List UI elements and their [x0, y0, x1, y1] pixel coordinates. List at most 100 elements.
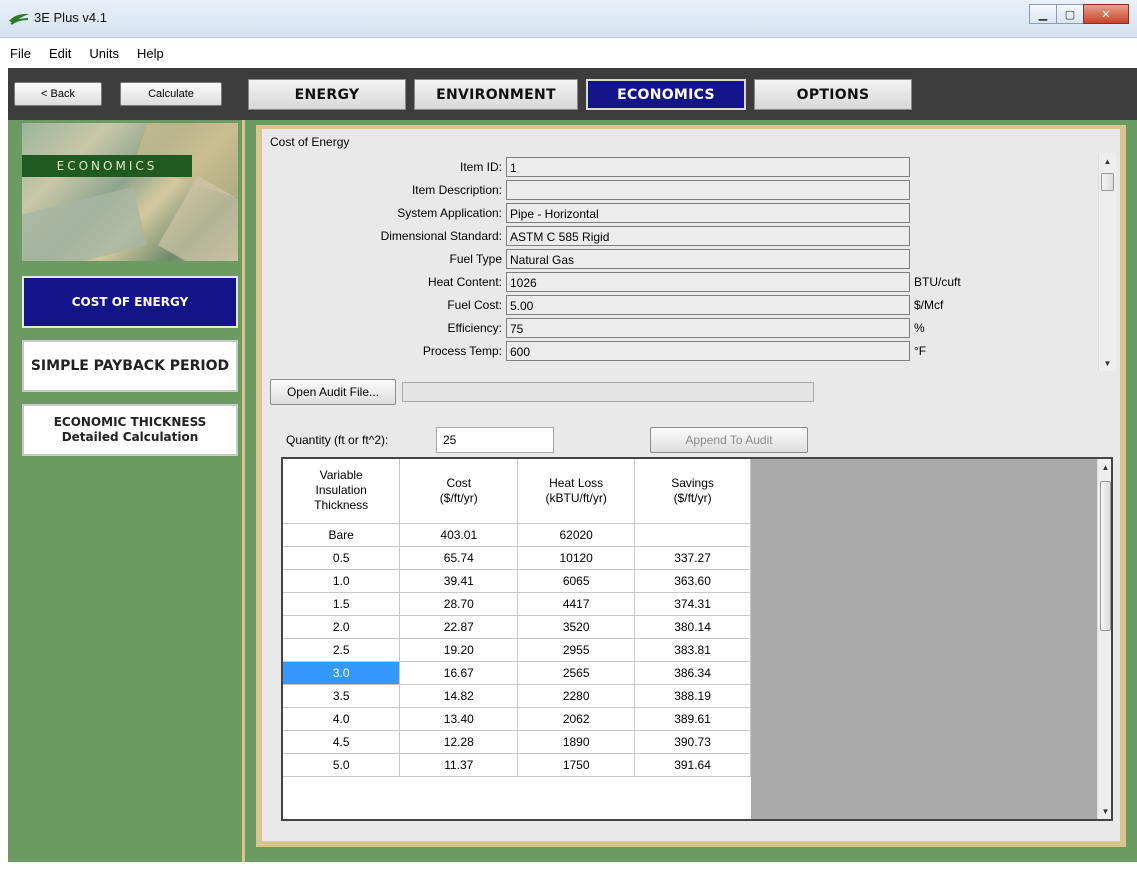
- table-row[interactable]: 0.5 65.74 10120 337.27: [283, 546, 751, 570]
- cell-savings[interactable]: 386.34: [634, 661, 751, 685]
- cell-savings[interactable]: 388.19: [634, 684, 751, 708]
- scrollbar-thumb[interactable]: [1100, 481, 1111, 631]
- cell-cost[interactable]: 19.20: [399, 638, 519, 662]
- table-row[interactable]: 5.0 11.37 1750 391.64: [283, 753, 751, 777]
- quantity-input[interactable]: 25: [436, 427, 554, 453]
- column-header-savings[interactable]: Savings ($/ft/yr): [634, 459, 751, 524]
- cell-savings[interactable]: 337.27: [634, 546, 751, 570]
- fields-scrollbar[interactable]: ▲ ▼: [1098, 153, 1116, 371]
- scroll-down-icon[interactable]: ▼: [1099, 355, 1116, 371]
- cell-cost[interactable]: 65.74: [399, 546, 519, 570]
- field-heat-content: Heat Content: 1026 BTU/cuft: [262, 272, 1098, 293]
- tab-environment[interactable]: ENVIRONMENT: [414, 79, 578, 110]
- column-header-cost[interactable]: Cost ($/ft/yr): [399, 459, 519, 524]
- item-description-field[interactable]: [506, 180, 910, 200]
- process-temp-field[interactable]: 600: [506, 341, 910, 361]
- item-id-field[interactable]: 1: [506, 157, 910, 177]
- cell-thickness[interactable]: 1.5: [283, 592, 401, 616]
- column-header-heat-loss[interactable]: Heat Loss (kBTU/ft/yr): [517, 459, 636, 524]
- table-row[interactable]: 3.0 16.67 2565 386.34: [283, 661, 751, 685]
- table-row[interactable]: 2.0 22.87 3520 380.14: [283, 615, 751, 639]
- cell-thickness[interactable]: 5.0: [283, 753, 401, 777]
- menu-help[interactable]: Help: [135, 44, 166, 63]
- cell-cost[interactable]: 16.67: [399, 661, 519, 685]
- field-label: System Application:: [397, 206, 502, 220]
- table-row[interactable]: Bare 403.01 62020: [283, 523, 751, 547]
- cell-cost[interactable]: 13.40: [399, 707, 519, 731]
- scroll-down-icon[interactable]: ▼: [1098, 803, 1111, 819]
- cell-cost[interactable]: 12.28: [399, 730, 519, 754]
- efficiency-field[interactable]: 75: [506, 318, 910, 338]
- cell-heat-loss[interactable]: 10120: [517, 546, 636, 570]
- cell-savings[interactable]: 363.60: [634, 569, 751, 593]
- cell-thickness[interactable]: 2.0: [283, 615, 401, 639]
- scrollbar-thumb[interactable]: [1101, 173, 1114, 191]
- cell-savings[interactable]: 390.73: [634, 730, 751, 754]
- cell-thickness[interactable]: 2.5: [283, 638, 401, 662]
- calculate-button[interactable]: Calculate: [120, 82, 222, 106]
- table-row[interactable]: 1.0 39.41 6065 363.60: [283, 569, 751, 593]
- cell-heat-loss[interactable]: 2062: [517, 707, 636, 731]
- cell-thickness[interactable]: 0.5: [283, 546, 401, 570]
- column-header-thickness[interactable]: Variable Insulation Thickness: [283, 459, 401, 524]
- append-to-audit-button[interactable]: Append To Audit: [650, 427, 808, 453]
- cell-heat-loss[interactable]: 1750: [517, 753, 636, 777]
- table-row[interactable]: 4.5 12.28 1890 390.73: [283, 730, 751, 754]
- cell-heat-loss[interactable]: 2955: [517, 638, 636, 662]
- cell-thickness-selected[interactable]: 3.0: [283, 661, 401, 685]
- cell-cost[interactable]: 403.01: [399, 523, 519, 547]
- cell-thickness[interactable]: 4.0: [283, 707, 401, 731]
- cell-heat-loss[interactable]: 62020: [517, 523, 636, 547]
- table-row[interactable]: 2.5 19.20 2955 383.81: [283, 638, 751, 662]
- sidebar-item-economic-thickness[interactable]: ECONOMIC THICKNESS Detailed Calculation: [22, 404, 238, 456]
- system-application-field[interactable]: Pipe - Horizontal: [506, 203, 910, 223]
- back-button[interactable]: < Back: [14, 82, 102, 106]
- cell-cost[interactable]: 39.41: [399, 569, 519, 593]
- tab-options[interactable]: OPTIONS: [754, 79, 912, 110]
- scroll-up-icon[interactable]: ▲: [1098, 459, 1111, 475]
- cell-thickness[interactable]: Bare: [283, 523, 401, 547]
- cell-heat-loss[interactable]: 2565: [517, 661, 636, 685]
- cell-thickness[interactable]: 1.0: [283, 569, 401, 593]
- scroll-up-icon[interactable]: ▲: [1099, 153, 1116, 169]
- sidebar: ECONOMICS COST OF ENERGY SIMPLE PAYBACK …: [8, 120, 245, 862]
- cell-thickness[interactable]: 4.5: [283, 730, 401, 754]
- cell-cost[interactable]: 28.70: [399, 592, 519, 616]
- cell-savings[interactable]: [634, 523, 751, 547]
- sidebar-item-cost-of-energy[interactable]: COST OF ENERGY: [22, 276, 238, 328]
- open-audit-file-button[interactable]: Open Audit File...: [270, 379, 396, 405]
- table-row[interactable]: 1.5 28.70 4417 374.31: [283, 592, 751, 616]
- cell-savings[interactable]: 380.14: [634, 615, 751, 639]
- sidebar-item-simple-payback-period[interactable]: SIMPLE PAYBACK PERIOD: [22, 340, 238, 392]
- fuel-type-field[interactable]: Natural Gas: [506, 249, 910, 269]
- maximize-icon[interactable]: ▢: [1056, 4, 1084, 24]
- cell-savings[interactable]: 391.64: [634, 753, 751, 777]
- cell-cost[interactable]: 22.87: [399, 615, 519, 639]
- menu-units[interactable]: Units: [87, 44, 121, 63]
- tab-energy[interactable]: ENERGY: [248, 79, 406, 110]
- dimensional-standard-field[interactable]: ASTM C 585 Rigid: [506, 226, 910, 246]
- table-row[interactable]: 4.0 13.40 2062 389.61: [283, 707, 751, 731]
- cell-heat-loss[interactable]: 4417: [517, 592, 636, 616]
- cell-heat-loss[interactable]: 6065: [517, 569, 636, 593]
- heat-content-field[interactable]: 1026: [506, 272, 910, 292]
- menu-file[interactable]: File: [8, 44, 33, 63]
- cell-savings[interactable]: 389.61: [634, 707, 751, 731]
- cell-cost[interactable]: 14.82: [399, 684, 519, 708]
- tab-economics[interactable]: ECONOMICS: [586, 79, 746, 110]
- field-fuel-cost: Fuel Cost: 5.00 $/Mcf: [262, 295, 1098, 316]
- cell-thickness[interactable]: 3.5: [283, 684, 401, 708]
- close-icon[interactable]: ✕: [1083, 4, 1129, 24]
- field-fuel-type: Fuel Type Natural Gas: [262, 249, 1098, 270]
- minimize-icon[interactable]: ▁: [1029, 4, 1057, 24]
- fuel-cost-field[interactable]: 5.00: [506, 295, 910, 315]
- table-scrollbar[interactable]: ▲ ▼: [1097, 459, 1111, 819]
- cell-cost[interactable]: 11.37: [399, 753, 519, 777]
- cell-heat-loss[interactable]: 1890: [517, 730, 636, 754]
- cell-heat-loss[interactable]: 2280: [517, 684, 636, 708]
- table-row[interactable]: 3.5 14.82 2280 388.19: [283, 684, 751, 708]
- cell-heat-loss[interactable]: 3520: [517, 615, 636, 639]
- menu-edit[interactable]: Edit: [47, 44, 73, 63]
- cell-savings[interactable]: 383.81: [634, 638, 751, 662]
- cell-savings[interactable]: 374.31: [634, 592, 751, 616]
